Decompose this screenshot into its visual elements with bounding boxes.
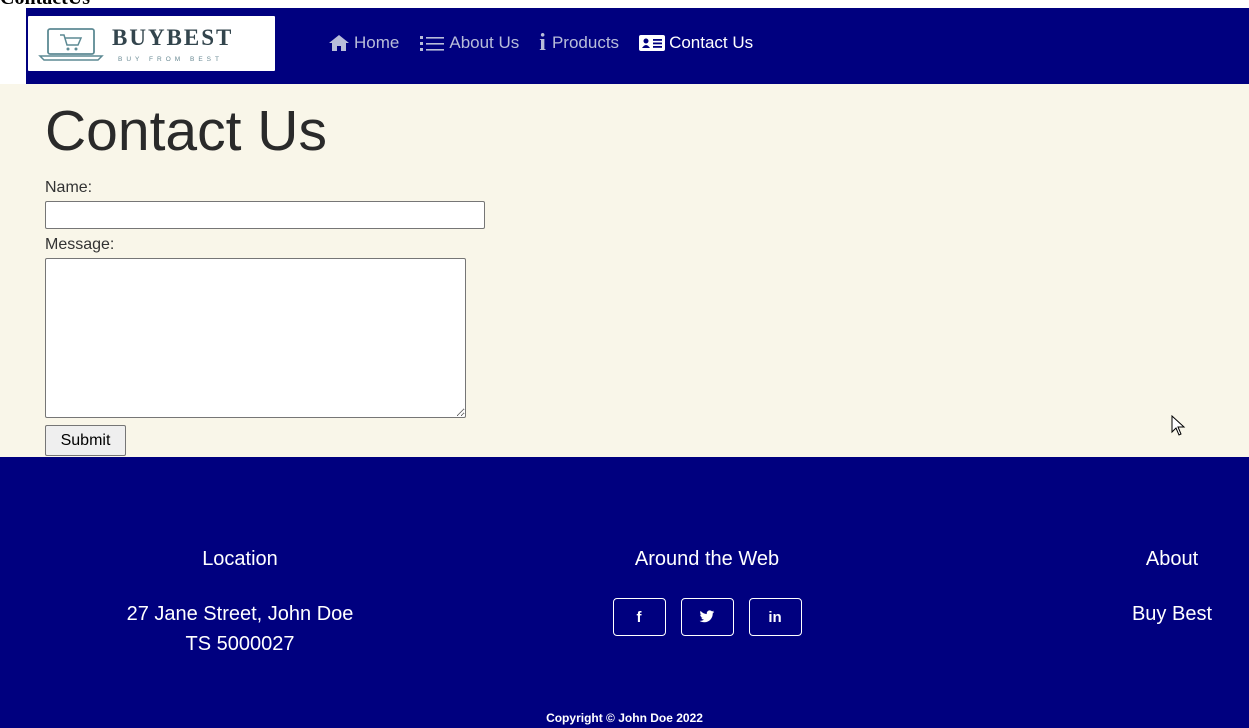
- footer-around-the-web: Around the Web f in: [557, 547, 857, 636]
- info-icon: i: [539, 30, 546, 56]
- nav-item-label: Home: [354, 33, 400, 52]
- facebook-button[interactable]: f: [612, 598, 666, 636]
- nav-item-products[interactable]: i Products: [539, 30, 620, 56]
- social-links: f in: [557, 598, 857, 636]
- list-icon: [420, 36, 445, 51]
- contact-card-icon: [639, 35, 666, 51]
- footer: Location 27 Jane Street, John Doe TS 500…: [0, 457, 1249, 728]
- nav-item-about-us[interactable]: About Us: [419, 33, 519, 53]
- mouse-cursor-icon: [1171, 415, 1186, 436]
- footer-location: Location 27 Jane Street, John Doe TS 500…: [90, 547, 390, 659]
- nav-item-label: Products: [551, 33, 620, 52]
- message-textarea[interactable]: [45, 258, 466, 418]
- nav-item-label: Contact Us: [669, 33, 754, 52]
- home-icon: [329, 35, 349, 51]
- footer-address-line1: 27 Jane Street, John Doe: [126, 603, 354, 625]
- brand-logo[interactable]: BUYBEST BUY FROM BEST: [28, 16, 275, 71]
- nav-item-contact-us[interactable]: Contact Us: [639, 33, 753, 53]
- nav-item-home[interactable]: Home: [328, 33, 399, 53]
- footer-about-heading: About: [1145, 548, 1199, 570]
- nav-item-label: About Us: [449, 33, 520, 52]
- footer-address-line2: TS 5000027: [185, 633, 295, 655]
- nav-links: Home About Us i Products Contact Us: [328, 30, 773, 56]
- navbar: BUYBEST BUY FROM BEST Home About Us i Pr…: [26, 8, 1249, 84]
- footer-about-link[interactable]: Buy Best: [1121, 599, 1223, 629]
- document-title: ContactUs: [0, 0, 90, 8]
- linkedin-icon: in: [768, 608, 782, 626]
- page-title: Contact Us: [45, 99, 327, 163]
- name-input[interactable]: [45, 201, 485, 229]
- facebook-icon: f: [636, 608, 642, 626]
- brand-tagline: BUY FROM BEST: [118, 56, 223, 63]
- twitter-button[interactable]: [680, 598, 734, 636]
- name-label: Name:: [45, 179, 93, 196]
- shopping-cart-laptop-icon: [38, 28, 104, 61]
- twitter-icon: [699, 610, 715, 623]
- copyright: Copyright © John Doe 2022: [546, 711, 703, 725]
- main-content: Contact Us Name: Message: Submit: [0, 84, 1249, 457]
- message-label: Message:: [45, 236, 115, 253]
- footer-about: About Buy Best: [1121, 547, 1223, 629]
- footer-location-heading: Location: [202, 548, 278, 570]
- brand-name: BUYBEST: [112, 25, 234, 50]
- linkedin-button[interactable]: in: [748, 598, 802, 636]
- submit-button[interactable]: Submit: [45, 425, 126, 456]
- footer-web-heading: Around the Web: [634, 548, 780, 570]
